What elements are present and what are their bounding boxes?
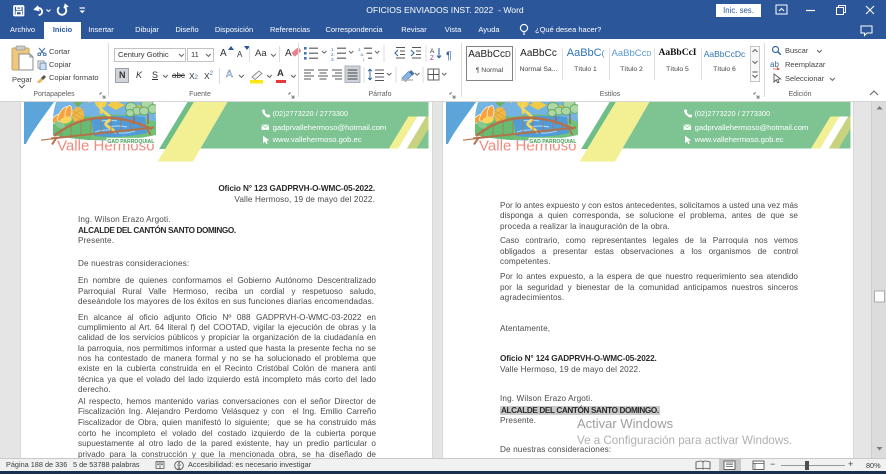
- svg-text:(02)2773220 / 2773300: (02)2773220 / 2773300: [695, 109, 770, 118]
- svg-text:www.vallehermoso.gob.ec: www.vallehermoso.gob.ec: [272, 135, 362, 144]
- svg-text:GAD PARROQUIAL: GAD PARROQUIAL: [529, 139, 577, 145]
- svg-text:www.vallehermoso.gob.ec: www.vallehermoso.gob.ec: [694, 135, 784, 144]
- svg-text:gadprvallehermoso@hotmail.com: gadprvallehermoso@hotmail.com: [273, 123, 387, 132]
- svg-text:(02)2773220 / 2773300: (02)2773220 / 2773300: [273, 109, 348, 118]
- svg-text:GAD PARROQUIAL: GAD PARROQUIAL: [107, 139, 155, 145]
- svg-text:Z: Z: [430, 55, 434, 62]
- svg-text:3.: 3.: [331, 57, 335, 62]
- svg-text:¶: ¶: [446, 50, 452, 62]
- svg-text:ab: ab: [770, 60, 779, 69]
- svg-text:i.: i.: [363, 57, 365, 62]
- svg-text:A: A: [430, 48, 435, 55]
- svg-text:gadprvallehermoso@hotmail.com: gadprvallehermoso@hotmail.com: [695, 123, 809, 132]
